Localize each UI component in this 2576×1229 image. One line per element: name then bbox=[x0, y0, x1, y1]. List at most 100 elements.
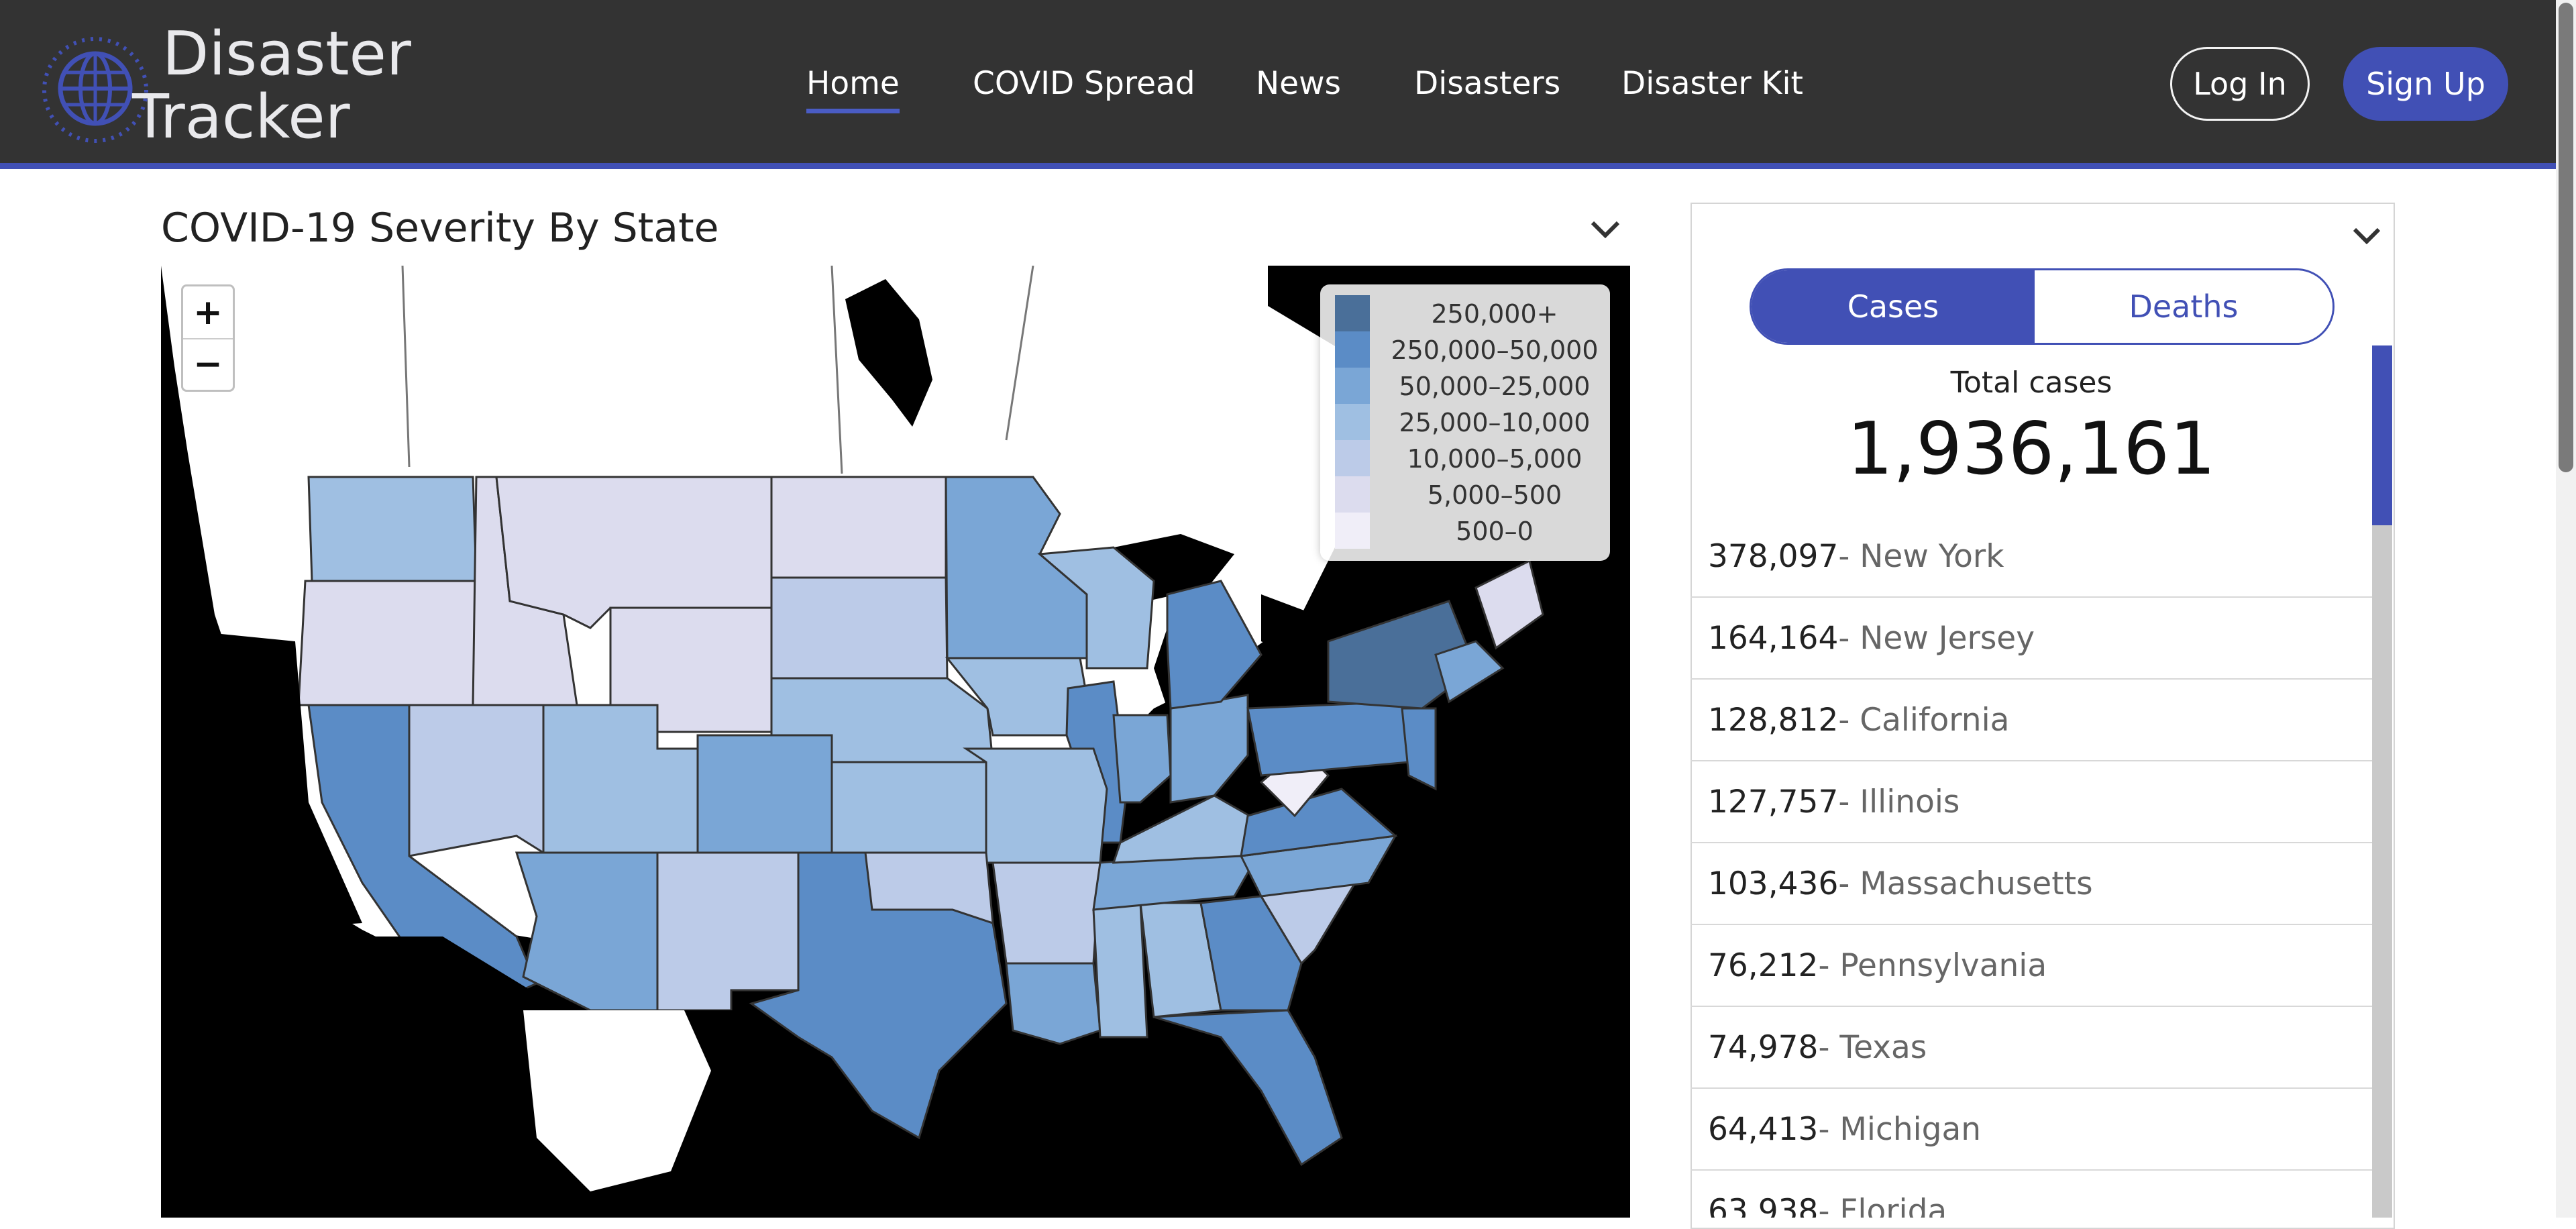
legend-item: 250,000–50,000 bbox=[1335, 331, 1603, 368]
map-legend: 250,000+ 250,000–50,000 50,000–25,000 25… bbox=[1320, 284, 1610, 561]
state-kentucky[interactable] bbox=[1112, 794, 1263, 864]
brand-logo[interactable]: Disaster Tracker bbox=[35, 24, 411, 152]
cases-deaths-toggle: Cases Deaths bbox=[1750, 268, 2334, 345]
chevron-down-icon[interactable] bbox=[1589, 217, 1622, 242]
legend-label: 250,000+ bbox=[1431, 299, 1558, 329]
state-arkansas[interactable] bbox=[991, 861, 1102, 965]
state-count: 64,413 bbox=[1708, 1110, 1819, 1148]
state-nevada[interactable] bbox=[408, 704, 545, 857]
list-item[interactable]: 64,413- Michigan bbox=[1690, 1089, 2372, 1171]
list-item[interactable]: 378,097- New York bbox=[1690, 516, 2372, 598]
deaths-toggle-button[interactable]: Deaths bbox=[2035, 270, 2332, 343]
state-montana[interactable] bbox=[495, 476, 773, 629]
legend-item: 25,000–10,000 bbox=[1335, 404, 1603, 440]
state-mississippi[interactable] bbox=[1092, 902, 1148, 1038]
state-new-mexico[interactable] bbox=[656, 851, 800, 1012]
list-item[interactable]: 164,164- New Jersey bbox=[1690, 598, 2372, 680]
legend-label: 10,000–5,000 bbox=[1407, 444, 1582, 474]
atlantic-ocean bbox=[1355, 843, 1630, 1218]
state-name: - Michigan bbox=[1818, 1110, 1982, 1148]
state-south-dakota[interactable] bbox=[770, 576, 949, 680]
legend-label: 500–0 bbox=[1456, 517, 1534, 546]
legend-label: 250,000–50,000 bbox=[1391, 335, 1599, 365]
state-massachusetts[interactable] bbox=[1434, 640, 1505, 704]
state-north-dakota[interactable] bbox=[770, 476, 947, 579]
list-item[interactable]: 76,212- Pennsylvania bbox=[1690, 925, 2372, 1007]
brand-name-line2: Tracker bbox=[132, 82, 350, 152]
page-scrollbar-thumb[interactable] bbox=[2559, 3, 2573, 472]
nav-disaster-kit[interactable]: Disaster Kit bbox=[1621, 64, 1803, 104]
list-item[interactable]: 103,436- Massachusetts bbox=[1690, 843, 2372, 925]
legend-item: 10,000–5,000 bbox=[1335, 440, 1603, 476]
state-count: 164,164 bbox=[1708, 619, 1839, 657]
state-name: - New York bbox=[1838, 537, 2004, 575]
gulf-of-mexico bbox=[919, 1104, 1301, 1218]
legend-swatch bbox=[1335, 368, 1370, 404]
state-name: - Texas bbox=[1818, 1028, 1927, 1066]
state-pennsylvania[interactable] bbox=[1246, 700, 1410, 777]
cases-toggle-button[interactable]: Cases bbox=[1752, 270, 2035, 343]
state-missouri[interactable] bbox=[963, 747, 1108, 864]
state-maine[interactable] bbox=[1474, 559, 1544, 650]
state-count: 74,978 bbox=[1708, 1028, 1819, 1066]
zoom-in-button[interactable]: + bbox=[183, 286, 233, 339]
zoom-control: + − bbox=[181, 284, 235, 392]
legend-label: 50,000–25,000 bbox=[1399, 372, 1591, 401]
state-name: - Illinois bbox=[1838, 783, 1960, 820]
state-name: - California bbox=[1838, 701, 2010, 739]
list-item[interactable]: 74,978- Texas bbox=[1690, 1007, 2372, 1089]
state-count: 127,757 bbox=[1708, 783, 1839, 820]
state-new-jersey[interactable] bbox=[1401, 707, 1437, 791]
covid-severity-map[interactable]: + − 250,000+ 250,000–50,000 50,000–25,00… bbox=[161, 266, 1630, 1218]
legend-item: 500–0 bbox=[1335, 513, 1603, 549]
lake-huron bbox=[1261, 594, 1315, 661]
legend-item: 250,000+ bbox=[1335, 295, 1603, 331]
state-arizona[interactable] bbox=[515, 851, 659, 1012]
legend-swatch bbox=[1335, 404, 1370, 440]
nav-covid-spread[interactable]: COVID Spread bbox=[973, 64, 1195, 104]
list-item[interactable]: 127,757- Illinois bbox=[1690, 761, 2372, 843]
total-cases-label: Total cases bbox=[1950, 366, 2112, 400]
zoom-out-button[interactable]: − bbox=[183, 338, 233, 390]
legend-swatch bbox=[1335, 476, 1370, 513]
nav-home[interactable]: Home bbox=[806, 64, 900, 113]
state-louisiana[interactable] bbox=[1005, 962, 1102, 1045]
state-count: 103,436 bbox=[1708, 865, 1839, 902]
state-ohio[interactable] bbox=[1169, 694, 1249, 804]
state-washington[interactable] bbox=[307, 476, 478, 582]
legend-swatch bbox=[1335, 331, 1370, 368]
state-kansas[interactable] bbox=[830, 761, 987, 854]
state-colorado[interactable] bbox=[696, 734, 833, 854]
brand-name-line1: Disaster bbox=[162, 19, 411, 89]
legend-item: 5,000–500 bbox=[1335, 476, 1603, 513]
legend-label: 5,000–500 bbox=[1427, 480, 1562, 510]
login-button[interactable]: Log In bbox=[2170, 47, 2310, 121]
state-name: - New Jersey bbox=[1838, 619, 2035, 657]
state-name: - Florida bbox=[1818, 1192, 1947, 1218]
map-panel-title: COVID-19 Severity By State bbox=[161, 205, 719, 252]
state-list-scroll-area[interactable]: Total cases 1,936,161 378,097- New York … bbox=[1690, 345, 2395, 1218]
legend-swatch bbox=[1335, 513, 1370, 549]
legend-swatch bbox=[1335, 295, 1370, 331]
signup-button[interactable]: Sign Up bbox=[2343, 47, 2508, 121]
state-count: 378,097 bbox=[1708, 537, 1839, 575]
list-item[interactable]: 63,938- Florida bbox=[1690, 1171, 2372, 1218]
nav-disasters[interactable]: Disasters bbox=[1414, 64, 1560, 104]
top-navbar: Disaster Tracker Home COVID Spread News … bbox=[0, 0, 2556, 169]
state-case-list: 378,097- New York 164,164- New Jersey 12… bbox=[1690, 516, 2372, 1218]
state-indiana[interactable] bbox=[1112, 714, 1172, 804]
legend-swatch bbox=[1335, 440, 1370, 476]
state-count: 63,938 bbox=[1708, 1192, 1819, 1218]
legend-label: 25,000–10,000 bbox=[1399, 408, 1591, 437]
state-count: 128,812 bbox=[1708, 701, 1839, 739]
list-item[interactable]: 128,812- California bbox=[1690, 680, 2372, 761]
legend-item: 50,000–25,000 bbox=[1335, 368, 1603, 404]
nav-news[interactable]: News bbox=[1256, 64, 1341, 104]
state-name: - Pennsylvania bbox=[1818, 947, 2047, 984]
total-cases-value: 1,936,161 bbox=[1847, 407, 2216, 491]
list-scrollbar-thumb[interactable] bbox=[2372, 345, 2392, 525]
state-oregon[interactable] bbox=[297, 580, 478, 706]
chevron-down-icon[interactable] bbox=[2351, 224, 2382, 247]
state-name: - Massachusetts bbox=[1838, 865, 2093, 902]
state-count: 76,212 bbox=[1708, 947, 1819, 984]
